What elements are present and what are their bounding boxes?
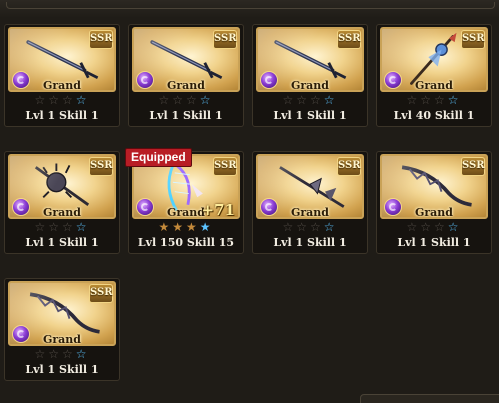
uncap-stars: ☆☆☆☆ [377, 221, 491, 234]
star-icon: ☆ [406, 220, 421, 234]
star-icon: ☆ [48, 347, 62, 361]
rarity-badge: SSR [461, 30, 485, 49]
weapon-card[interactable]: SSR Grand ☆☆☆☆ Lvl 1 Skill 1 [252, 24, 368, 127]
star-icon: ☆ [62, 220, 76, 234]
rarity-badge: SSR [89, 30, 113, 49]
uncap-stars: ☆☆☆☆ [5, 348, 119, 361]
weapon-type-label: Grand [166, 79, 205, 92]
star-icon: ☆ [282, 220, 297, 234]
blue-star-icon: ★ [199, 220, 214, 234]
star-icon: ☆ [406, 93, 421, 107]
blue-star-icon: ☆ [75, 347, 90, 361]
uncap-stars: ☆☆☆☆ [5, 94, 119, 107]
weapon-type-label: Grand [290, 206, 329, 219]
weapon-art: SSR Grand [380, 154, 488, 219]
gold-star-icon: ★ [186, 220, 200, 234]
uncap-stars: ☆☆☆☆ [377, 94, 491, 107]
star-icon: ☆ [310, 93, 324, 107]
weapon-art: SSR Grand [8, 281, 116, 346]
weapon-type-label: Grand [290, 79, 329, 92]
gold-star-icon: ★ [158, 220, 173, 234]
weapon-art: SSR Grand [132, 27, 240, 92]
uncap-stars: ☆☆☆☆ [253, 94, 367, 107]
weapon-art: SSR Grand [8, 154, 116, 219]
star-icon: ☆ [282, 93, 297, 107]
level-skill-label: Lvl 1 Skill 1 [273, 109, 347, 122]
blue-star-icon: ☆ [447, 220, 462, 234]
blue-star-icon: ☆ [323, 93, 338, 107]
level-skill-label: Lvl 1 Skill 1 [273, 236, 347, 249]
star-icon: ☆ [434, 220, 448, 234]
weapon-card[interactable]: SSR Grand ☆☆☆☆ Lvl 1 Skill 1 [252, 151, 368, 254]
star-icon: ☆ [48, 220, 62, 234]
weapon-card[interactable]: SSR Grand ☆☆☆☆ Lvl 1 Skill 1 [4, 278, 120, 381]
equipped-badge: Equipped [125, 148, 192, 167]
level-skill-label: Lvl 150 Skill 15 [137, 236, 235, 249]
weapon-type-label: Grand [42, 333, 81, 346]
star-icon: ☆ [310, 220, 324, 234]
rarity-badge: SSR [337, 30, 361, 49]
weapon-card[interactable]: SSR Grand ☆☆☆☆ Lvl 1 Skill 1 [376, 151, 492, 254]
rarity-badge: SSR [89, 157, 113, 176]
star-icon: ☆ [34, 347, 49, 361]
star-icon: ☆ [434, 93, 448, 107]
weapon-card[interactable]: SSR Grand ☆☆☆☆ Lvl 40 Skill 1 [376, 24, 492, 127]
rarity-badge: SSR [213, 30, 237, 49]
star-icon: ☆ [62, 93, 76, 107]
star-icon: ☆ [172, 93, 186, 107]
weapon-card[interactable]: SSR Grand ☆☆☆☆ Lvl 1 Skill 1 [4, 151, 120, 254]
star-icon: ☆ [34, 93, 49, 107]
blue-star-icon: ☆ [447, 93, 462, 107]
blue-star-icon: ☆ [323, 220, 338, 234]
star-icon: ☆ [158, 93, 173, 107]
weapon-card[interactable]: SSR Grand ☆☆☆☆ Lvl 1 Skill 1 [4, 24, 120, 127]
blue-star-icon: ☆ [75, 220, 90, 234]
uncap-stars: ☆☆☆☆ [129, 94, 243, 107]
weapon-grid: SSR Grand ☆☆☆☆ Lvl 1 Skill 1 SSR Grand ☆… [0, 0, 499, 402]
weapon-art: SSR Grand [8, 27, 116, 92]
star-icon: ☆ [296, 93, 310, 107]
uncap-stars: ☆☆☆☆ [5, 221, 119, 234]
weapon-card-equipped[interactable]: Equipped SSR Grand +71 ★★★★ Lvl 150 Skil… [125, 148, 244, 254]
level-skill-label: Lvl 40 Skill 1 [393, 109, 475, 122]
weapon-card[interactable]: SSR Grand ☆☆☆☆ Lvl 1 Skill 1 [128, 24, 244, 127]
weapon-art: SSR Grand [256, 154, 364, 219]
star-icon: ☆ [48, 93, 62, 107]
weapon-type-label: Grand [42, 79, 81, 92]
rarity-badge: SSR [337, 157, 361, 176]
level-skill-label: Lvl 1 Skill 1 [397, 236, 471, 249]
gold-star-icon: ★ [172, 220, 186, 234]
weapon-art: SSR Grand [380, 27, 488, 92]
star-icon: ☆ [420, 220, 434, 234]
level-skill-label: Lvl 1 Skill 1 [149, 109, 223, 122]
level-skill-label: Lvl 1 Skill 1 [25, 236, 99, 249]
star-icon: ☆ [420, 93, 434, 107]
weapon-type-label: Grand [42, 206, 81, 219]
uncap-stars: ☆☆☆☆ [253, 221, 367, 234]
plus-bonus: +71 [201, 201, 235, 219]
uncap-stars: ★★★★ [129, 221, 243, 234]
level-skill-label: Lvl 1 Skill 1 [25, 363, 99, 376]
star-icon: ☆ [62, 347, 76, 361]
rarity-badge: SSR [213, 157, 237, 176]
weapon-type-label: Grand [414, 206, 453, 219]
star-icon: ☆ [296, 220, 310, 234]
star-icon: ☆ [186, 93, 200, 107]
blue-star-icon: ☆ [75, 93, 90, 107]
blue-star-icon: ☆ [199, 93, 214, 107]
weapon-type-label: Grand [414, 79, 453, 92]
rarity-badge: SSR [461, 157, 485, 176]
rarity-badge: SSR [89, 284, 113, 303]
weapon-art: SSR Grand [256, 27, 364, 92]
star-icon: ☆ [34, 220, 49, 234]
level-skill-label: Lvl 1 Skill 1 [25, 109, 99, 122]
